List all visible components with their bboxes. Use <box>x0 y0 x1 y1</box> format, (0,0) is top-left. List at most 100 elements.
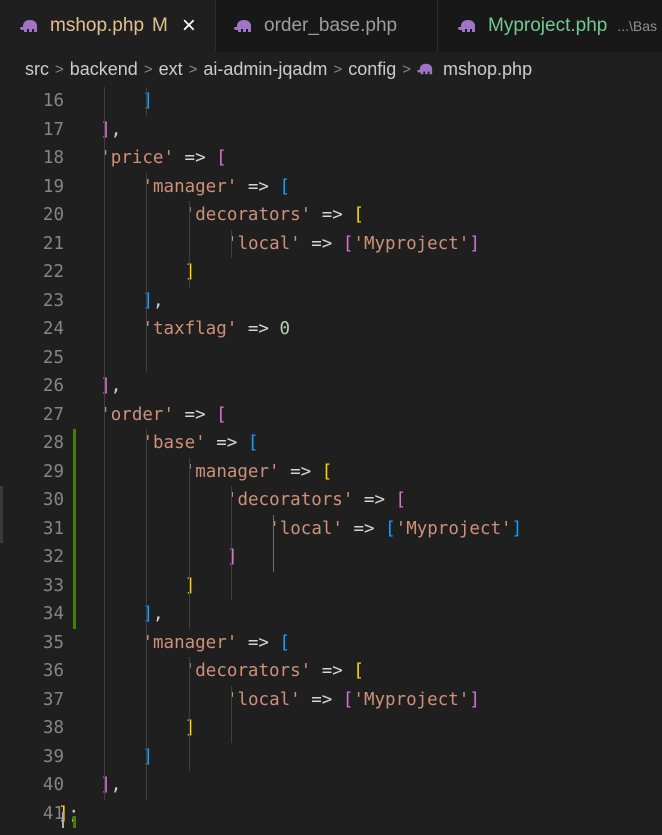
git-modified-gutter[interactable] <box>73 429 76 629</box>
tab-myproject-php[interactable]: Myproject.php ...\Bas <box>437 0 662 52</box>
code-line[interactable]: 30 'decorators' => [ <box>0 486 662 515</box>
git-modified-gutter[interactable] <box>73 815 76 828</box>
close-tab-icon[interactable]: × <box>182 14 196 38</box>
code-token: [ <box>216 404 227 425</box>
code-line[interactable]: 17], <box>0 116 662 145</box>
code-line[interactable]: 29 'manager' => [ <box>0 458 662 487</box>
code-token: => <box>279 461 322 482</box>
php-elephant-icon <box>234 20 251 32</box>
code-token: 'manager' <box>142 176 238 197</box>
breadcrumb-item-ai-admin-jqadm[interactable]: ai-admin-jqadm <box>203 59 327 80</box>
code-line[interactable]: 41]; <box>0 800 662 829</box>
tab-order-base-php[interactable]: order_base.php <box>215 0 437 52</box>
modified-badge: M <box>152 15 168 36</box>
code-token: 0 <box>279 319 290 339</box>
code-token: ] <box>184 575 196 596</box>
code-line[interactable]: 25 <box>0 344 662 373</box>
code-token: [ <box>342 233 354 254</box>
code-token: [ <box>321 461 333 482</box>
breadcrumb-item-file[interactable]: mshop.php <box>443 59 532 80</box>
code-content: 'decorators' => [ <box>227 486 406 515</box>
code-token: 'Myproject' <box>353 689 470 710</box>
code-line[interactable]: 33] <box>0 572 662 601</box>
code-line[interactable]: 39] <box>0 743 662 772</box>
code-line[interactable]: 37 'local' => ['Myproject'] <box>0 686 662 715</box>
code-token: 'local' <box>226 689 301 710</box>
indent-guide <box>104 87 106 800</box>
code-token: ] <box>142 746 154 767</box>
code-token: ] <box>142 91 154 111</box>
line-number: 20 <box>42 205 64 225</box>
breadcrumb-item-src[interactable]: src <box>25 59 49 80</box>
breadcrumb-separator: > <box>188 60 198 78</box>
code-token: [ <box>342 689 354 710</box>
code-line[interactable]: 28 'base' => [ <box>0 429 662 458</box>
code-content: 'price' => [ <box>100 144 226 173</box>
line-number: 27 <box>42 404 64 425</box>
code-line[interactable]: 24 'taxflag' => 0 <box>0 315 662 344</box>
code-line[interactable]: 38] <box>0 714 662 743</box>
code-line[interactable]: 40], <box>0 771 662 800</box>
code-line[interactable]: 32] <box>0 543 662 572</box>
breadcrumb-item-config[interactable]: config <box>348 59 396 80</box>
code-line[interactable]: 21 'local' => ['Myproject'] <box>0 230 662 259</box>
code-content: ] <box>185 714 196 743</box>
code-token: ] <box>142 290 154 311</box>
code-line[interactable]: 16] <box>0 87 662 116</box>
breadcrumb-separator: > <box>143 60 153 78</box>
tab-mshop-php[interactable]: mshop.php M × <box>0 0 215 52</box>
indent-guide <box>273 514 275 572</box>
code-line[interactable]: 18 'price' => [ <box>0 144 662 173</box>
code-token: ] <box>142 604 154 624</box>
code-line[interactable]: 34], <box>0 600 662 629</box>
tab-label: Myproject.php <box>488 15 608 36</box>
code-token: 'base' <box>142 433 206 453</box>
code-token: ] <box>184 718 196 738</box>
code-token: => <box>174 404 217 425</box>
code-content: 'taxflag' => 0 <box>142 315 290 344</box>
php-elephant-icon <box>20 20 37 32</box>
code-line[interactable]: 31 'local' => ['Myproject'] <box>0 515 662 544</box>
code-editor[interactable]: 16] 17], 18'price' => [19'manager' => [ 20 '… <box>0 86 662 835</box>
code-line[interactable]: 35 'manager' => [ <box>0 629 662 658</box>
code-token: , <box>153 604 164 624</box>
line-number: 30 <box>42 490 64 510</box>
code-token: 'manager' <box>184 461 280 482</box>
breadcrumb-item-backend[interactable]: backend <box>70 59 138 80</box>
php-elephant-icon <box>417 63 433 75</box>
code-token: ] <box>100 376 111 396</box>
code-token: [ <box>247 433 259 453</box>
code-content: 'order' => [ <box>100 401 226 430</box>
code-content: 'manager' => [ <box>142 629 290 658</box>
code-token: 'decorators' <box>226 490 354 510</box>
code-line[interactable]: 22] <box>0 258 662 287</box>
line-number: 36 <box>42 661 64 681</box>
code-line[interactable]: 36 'decorators' => [ <box>0 657 662 686</box>
line-number: 35 <box>42 632 64 653</box>
code-line[interactable]: 23], <box>0 287 662 316</box>
left-edge-marker <box>0 486 3 543</box>
tab-label: order_base.php <box>264 15 398 36</box>
code-token: , <box>153 290 164 311</box>
line-number: 34 <box>42 604 64 624</box>
breadcrumb: src > backend > ext > ai-admin-jqadm > c… <box>0 52 662 86</box>
code-content: ] <box>227 543 238 572</box>
code-content: 'manager' => [ <box>185 458 333 487</box>
code-token: , <box>110 775 122 795</box>
code-line[interactable]: 26], <box>0 372 662 401</box>
code-token: => <box>300 689 343 710</box>
line-number: 32 <box>42 547 64 567</box>
indent-guide <box>146 343 148 372</box>
indent-guide <box>146 172 148 344</box>
line-number: 33 <box>42 575 64 596</box>
code-line[interactable]: 20 'decorators' => [ <box>0 201 662 230</box>
indent-guide <box>146 429 148 800</box>
code-line[interactable]: 19 'manager' => [ <box>0 173 662 202</box>
code-token: ] <box>100 775 111 795</box>
code-content: 'decorators' => [ <box>185 201 364 230</box>
code-token: 'taxflag' <box>142 319 238 339</box>
code-line[interactable]: 27 'order' => [ <box>0 401 662 430</box>
breadcrumb-item-ext[interactable]: ext <box>159 59 183 80</box>
indent-guide <box>188 457 190 629</box>
code-token: => <box>311 661 354 681</box>
